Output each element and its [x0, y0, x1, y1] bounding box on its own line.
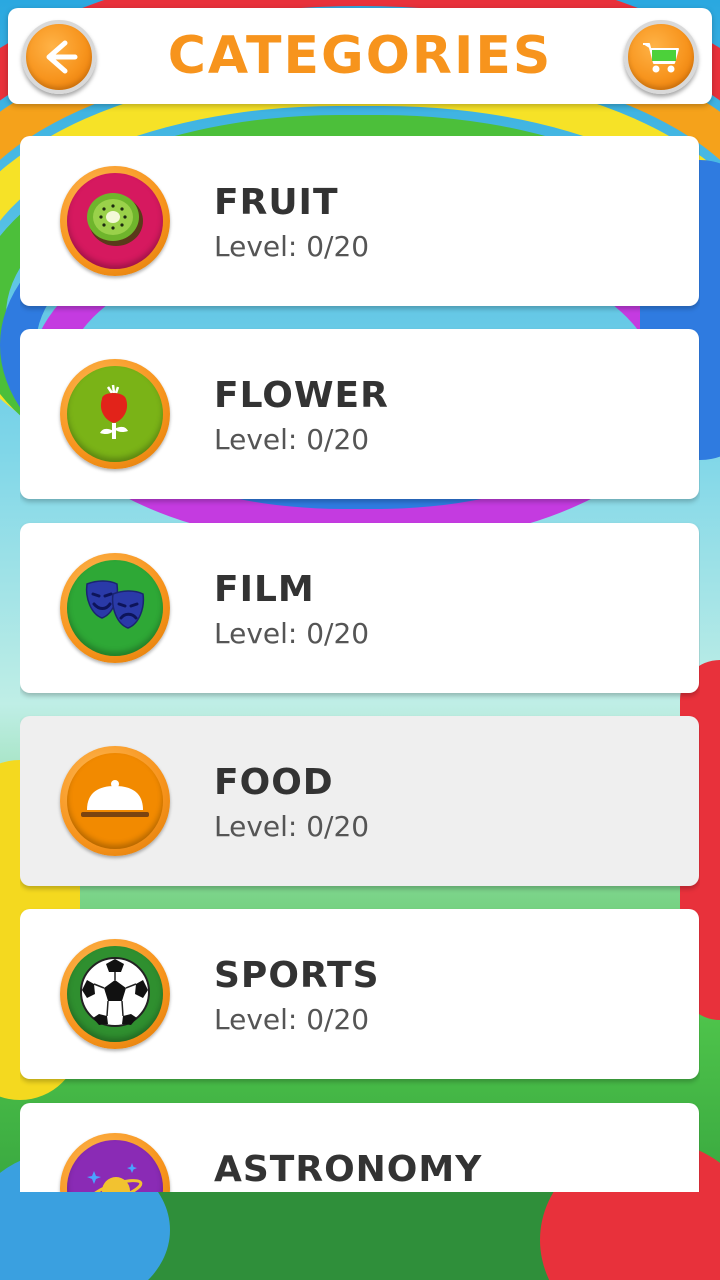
category-level: Level: 0/20 — [214, 1003, 370, 1036]
planet-icon — [80, 1151, 150, 1192]
food-cloche-icon — [75, 764, 155, 838]
category-card-astronomy[interactable]: ASTRONOMY — [20, 1103, 699, 1192]
rose-icon — [80, 377, 150, 451]
category-name: FRUIT — [214, 182, 339, 223]
kiwi-icon — [80, 184, 150, 258]
category-name: FILM — [214, 569, 315, 610]
category-level: Level: 0/20 — [214, 423, 370, 456]
top-bar: CATEGORIES — [8, 8, 712, 104]
theater-masks-icon — [79, 570, 151, 646]
category-badge — [60, 553, 170, 663]
category-level: Level: 0/20 — [214, 810, 370, 843]
category-card-fruit[interactable]: FRUIT Level: 0/20 — [20, 136, 699, 306]
category-card-flower[interactable]: FLOWER Level: 0/20 — [20, 329, 699, 499]
category-name: FLOWER — [214, 375, 389, 416]
shopping-cart-icon — [639, 35, 683, 79]
category-badge — [60, 939, 170, 1049]
category-level: Level: 0/20 — [214, 230, 370, 263]
category-badge — [60, 1133, 170, 1192]
category-badge — [60, 359, 170, 469]
shop-button[interactable] — [624, 20, 698, 94]
category-list[interactable]: FRUIT Level: 0/20 FLOWER Level: 0/20 FIL… — [20, 136, 700, 1192]
category-card-film[interactable]: FILM Level: 0/20 — [20, 523, 699, 693]
category-card-sports[interactable]: SPORTS Level: 0/20 — [20, 909, 699, 1079]
category-badge — [60, 166, 170, 276]
category-name: FOOD — [214, 762, 334, 803]
category-name: ASTRONOMY — [214, 1149, 483, 1190]
soccer-ball-icon — [77, 954, 153, 1034]
category-name: SPORTS — [214, 955, 380, 996]
category-card-food[interactable]: FOOD Level: 0/20 — [20, 716, 699, 886]
page-title: CATEGORIES — [167, 26, 553, 86]
category-level: Level: 0/20 — [214, 617, 370, 650]
category-badge — [60, 746, 170, 856]
